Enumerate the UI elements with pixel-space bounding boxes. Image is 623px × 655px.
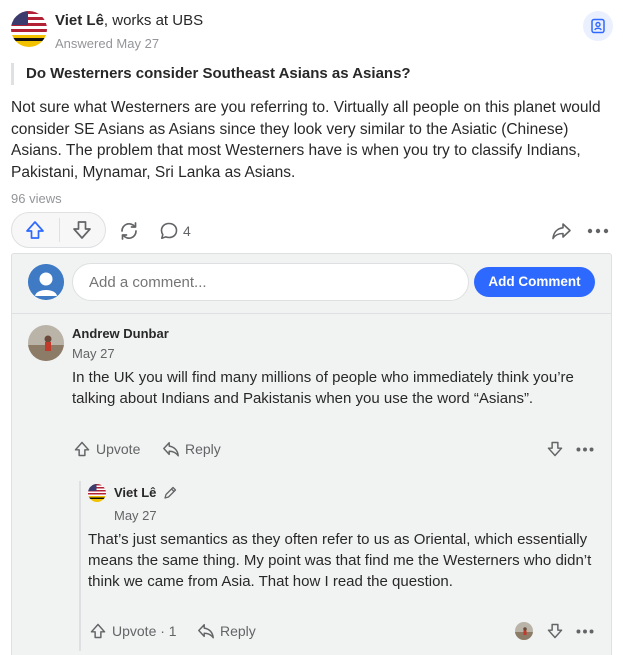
comment-count: 4 <box>183 223 191 239</box>
save-button[interactable] <box>583 11 613 41</box>
more-dots-icon <box>576 447 594 451</box>
reply-upvote-button[interactable]: Upvote · 1 <box>89 622 177 640</box>
more-dots-icon <box>587 228 609 234</box>
upvote-arrow-icon <box>26 221 45 239</box>
reply-arrow-icon <box>198 623 214 639</box>
view-count[interactable]: 96 views <box>11 190 62 208</box>
comment-text: In the UK you will find many millions of… <box>72 369 574 407</box>
current-user-avatar[interactable] <box>28 264 64 300</box>
author-avatar[interactable] <box>11 11 47 47</box>
us-flag-icon <box>11 11 47 47</box>
more-options-button[interactable] <box>586 220 610 242</box>
reply-text: That’s just semantics as they often refe… <box>88 531 592 590</box>
comments-button[interactable]: 4 <box>159 219 191 243</box>
comment-reply-button[interactable]: Reply <box>162 440 221 458</box>
comment-upvote-button[interactable]: Upvote <box>73 440 140 458</box>
reply-more-button[interactable] <box>575 624 595 638</box>
reply-author-avatar[interactable] <box>88 484 106 502</box>
pencil-icon <box>162 485 178 501</box>
author-credential: , works at UBS <box>103 12 204 29</box>
save-bookmark-icon <box>591 18 605 34</box>
upvote-arrow-icon <box>90 623 106 639</box>
question-title[interactable]: Do Westerners consider Southeast Asians … <box>11 63 611 85</box>
reply-label: Reply <box>185 441 221 457</box>
answered-date[interactable]: Answered May 27 <box>55 35 159 53</box>
downvote-arrow-icon <box>73 221 92 239</box>
reply-thread-line <box>79 481 81 651</box>
reply-reply-button[interactable]: Reply <box>197 622 256 640</box>
reshare-button[interactable] <box>116 219 142 243</box>
reply-date[interactable]: May 27 <box>114 507 157 525</box>
downvote-arrow-icon <box>547 623 563 639</box>
commenter-avatar[interactable] <box>28 325 64 361</box>
upvote-label: Upvote · 1 <box>112 623 177 639</box>
panel-divider <box>12 313 611 314</box>
photo-avatar-icon <box>515 622 533 640</box>
comment-bubble-icon <box>160 222 178 239</box>
user-silhouette-icon <box>28 264 64 300</box>
author-line: Viet Lê, works at UBS <box>55 11 203 31</box>
reply-downvote-button[interactable] <box>545 622 565 640</box>
answer-body: Not sure what Westerners are you referri… <box>11 99 601 181</box>
us-flag-icon <box>88 484 106 502</box>
reply-author[interactable]: Viet Lê <box>114 484 156 502</box>
downvote-button[interactable] <box>59 213 105 247</box>
comment-downvote-button[interactable] <box>545 440 565 458</box>
comment-more-button[interactable] <box>575 442 595 456</box>
reshare-icon <box>121 222 137 240</box>
photo-avatar-icon <box>28 325 64 361</box>
upvote-button[interactable] <box>12 213 59 247</box>
share-arrow-icon <box>552 223 571 240</box>
upvote-label: Upvote <box>96 441 141 457</box>
add-comment-button[interactable]: Add Comment <box>474 267 595 297</box>
author-name[interactable]: Viet Lê <box>55 12 104 29</box>
reply-arrow-icon <box>163 441 179 457</box>
vote-pill <box>11 212 106 248</box>
reply-label: Reply <box>220 623 256 639</box>
share-button[interactable] <box>549 219 573 243</box>
upvoter-avatar[interactable] <box>515 622 533 640</box>
comment-date[interactable]: May 27 <box>72 345 115 363</box>
more-dots-icon <box>576 629 594 633</box>
downvote-arrow-icon <box>547 441 563 457</box>
upvote-arrow-icon <box>74 441 90 457</box>
comment-input[interactable] <box>72 263 469 301</box>
comment-author[interactable]: Andrew Dunbar <box>72 325 169 343</box>
